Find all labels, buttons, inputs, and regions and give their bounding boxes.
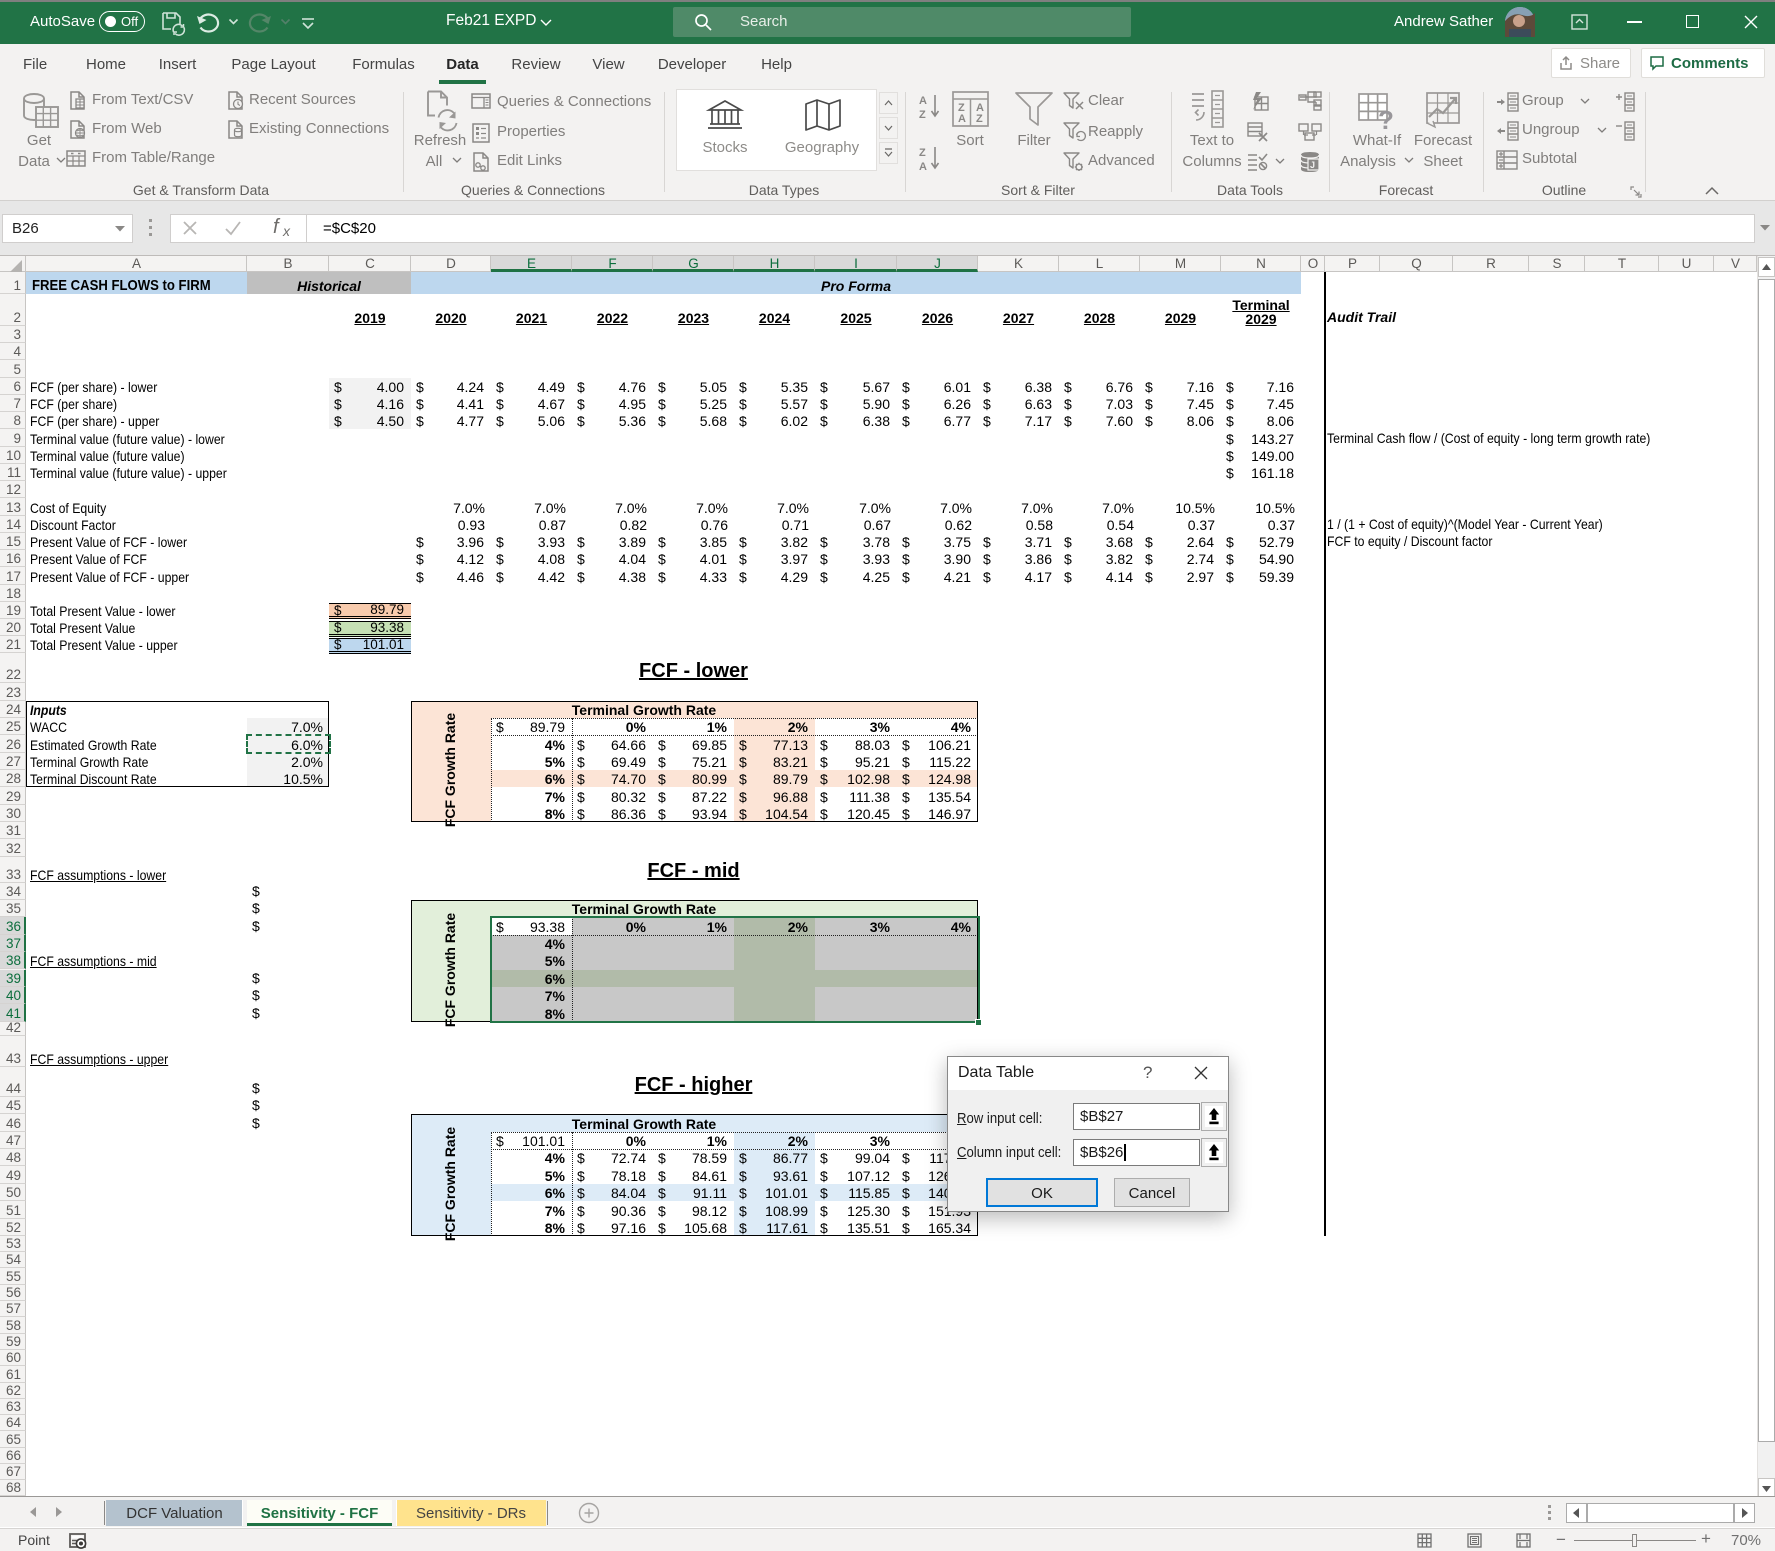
svg-text:A: A — [958, 113, 966, 125]
svg-text:Z: Z — [919, 109, 926, 121]
svg-text:A: A — [919, 161, 927, 173]
svg-text:Z: Z — [919, 147, 926, 159]
svg-text:?: ? — [1378, 105, 1394, 135]
svg-text:J: J — [1310, 160, 1315, 170]
svg-text:Z: Z — [976, 113, 983, 125]
svg-text:A: A — [919, 95, 927, 107]
